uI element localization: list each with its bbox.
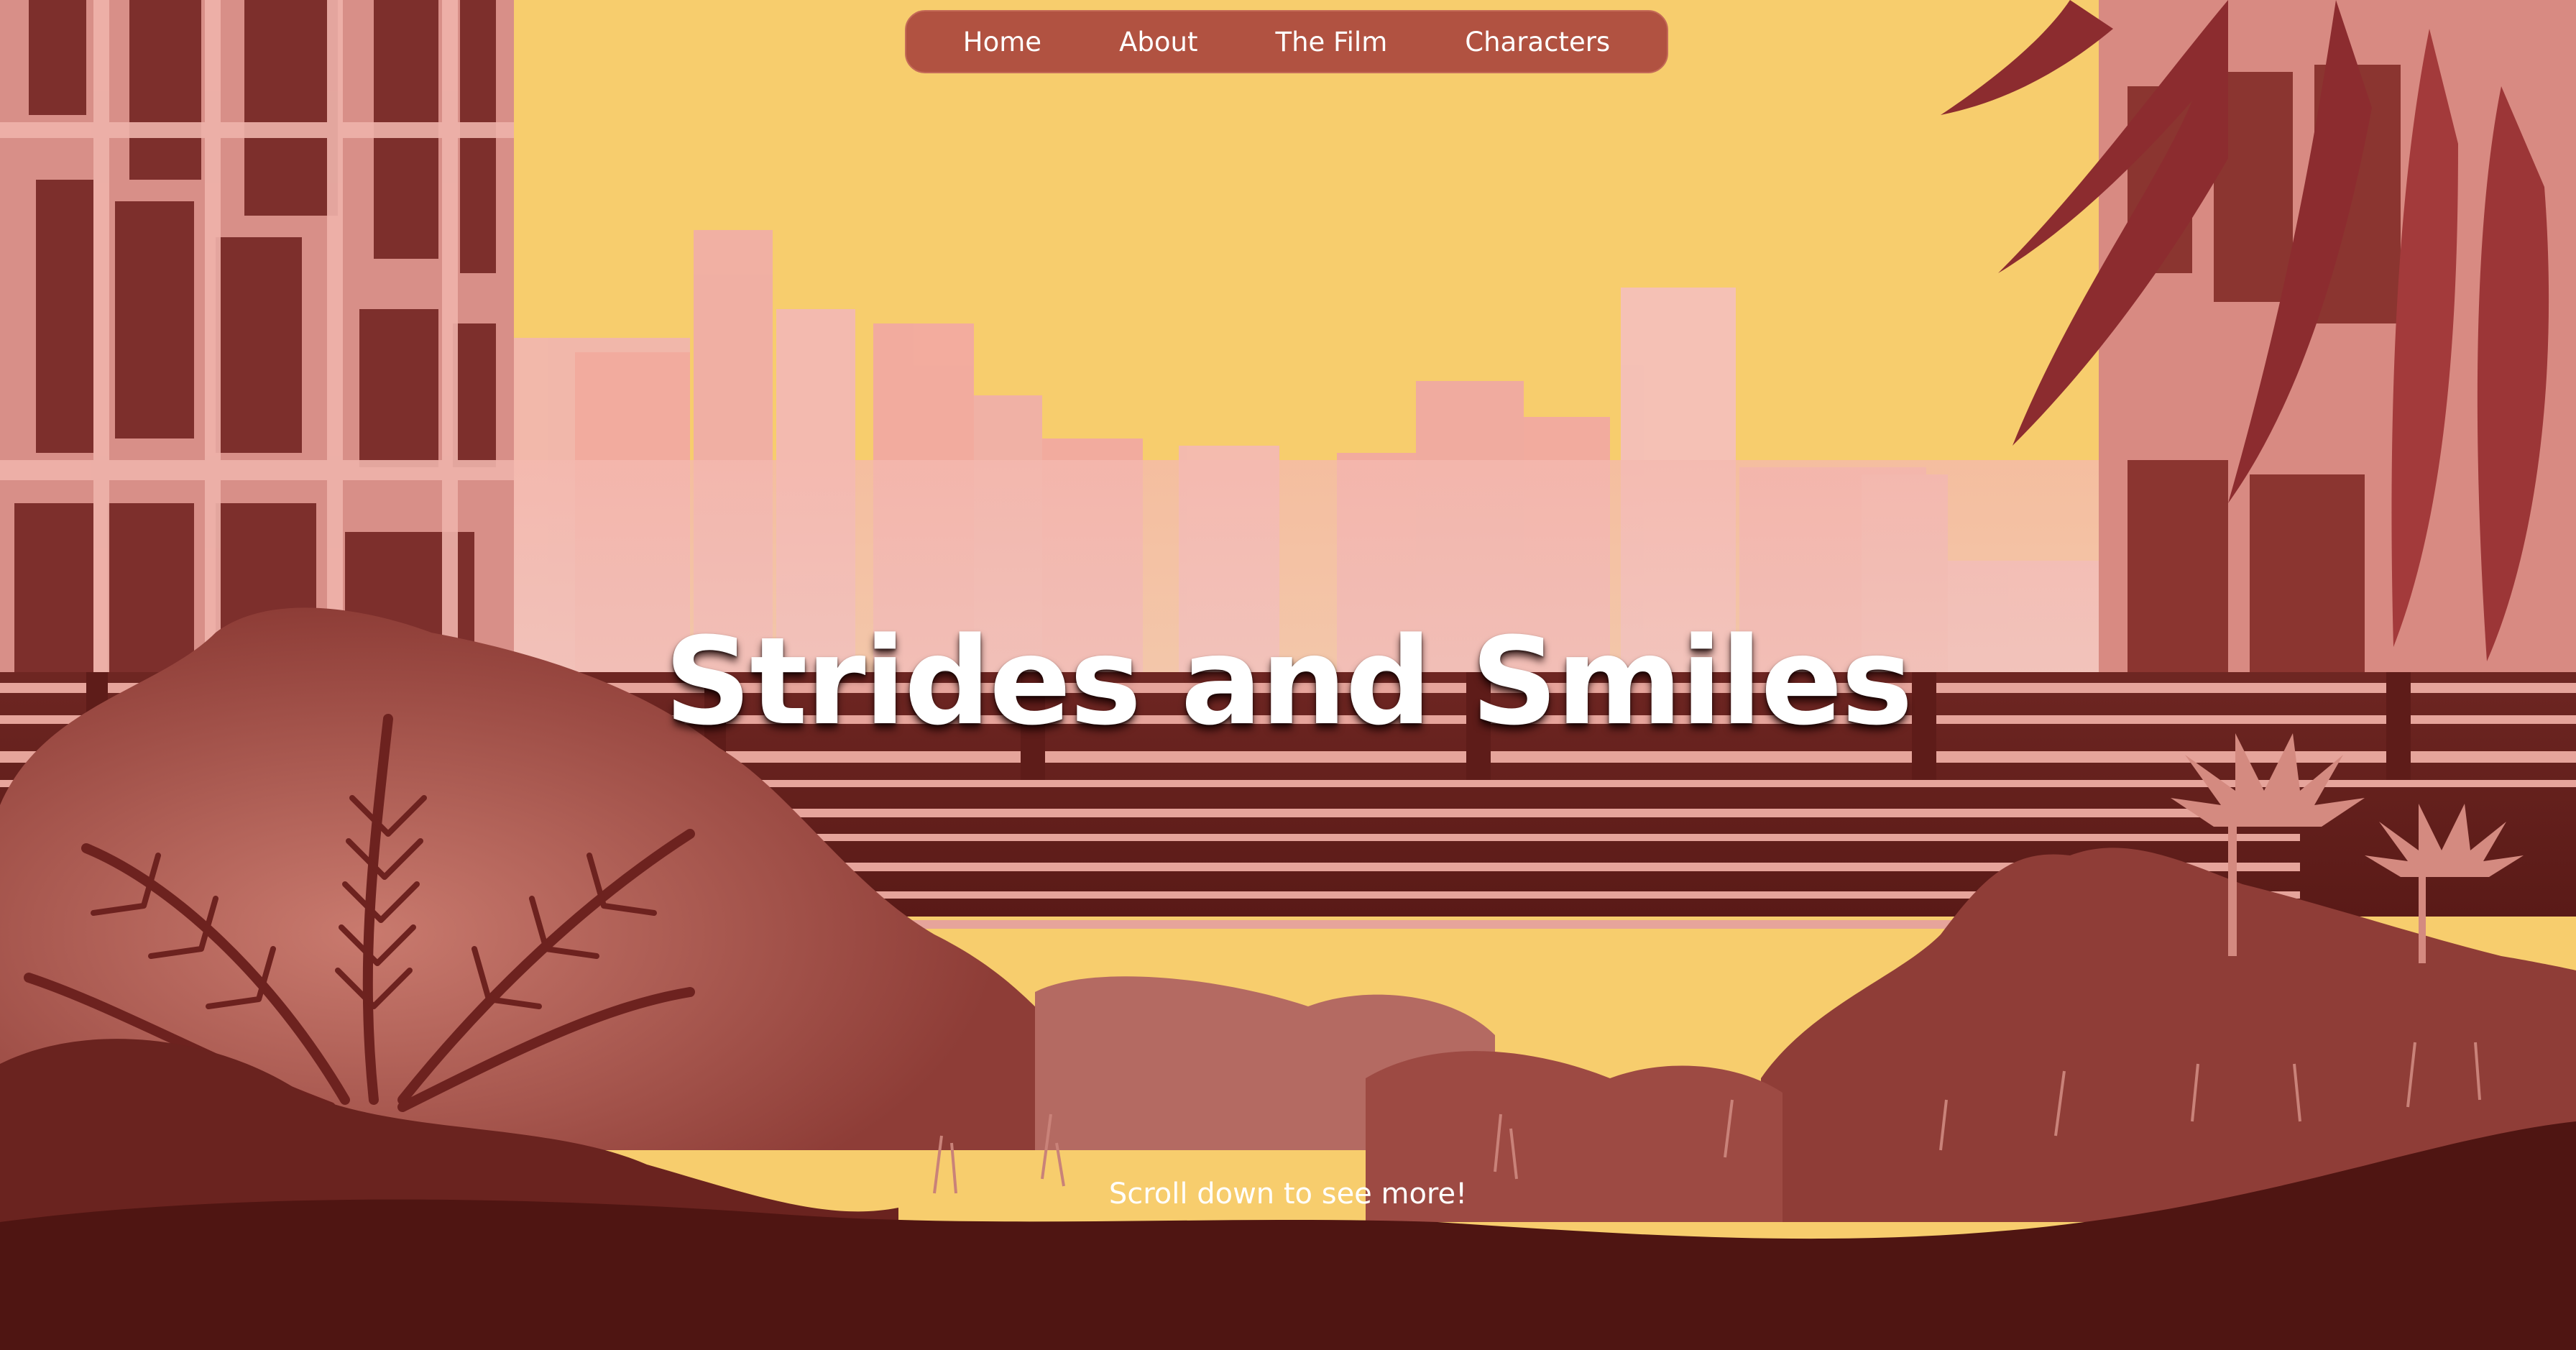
hero-section: Home About The Film Characters Strides a… — [0, 0, 2576, 1350]
hero-title: Strides and Smiles — [664, 611, 1913, 752]
top-navigation: Home About The Film Characters — [905, 10, 1668, 73]
nav-characters-link[interactable]: Characters — [1465, 27, 1610, 58]
nav-the-film-link[interactable]: The Film — [1275, 27, 1387, 58]
nav-home-link[interactable]: Home — [963, 27, 1041, 58]
nav-about-link[interactable]: About — [1119, 27, 1197, 58]
scroll-hint: Scroll down to see more! — [1108, 1177, 1468, 1211]
